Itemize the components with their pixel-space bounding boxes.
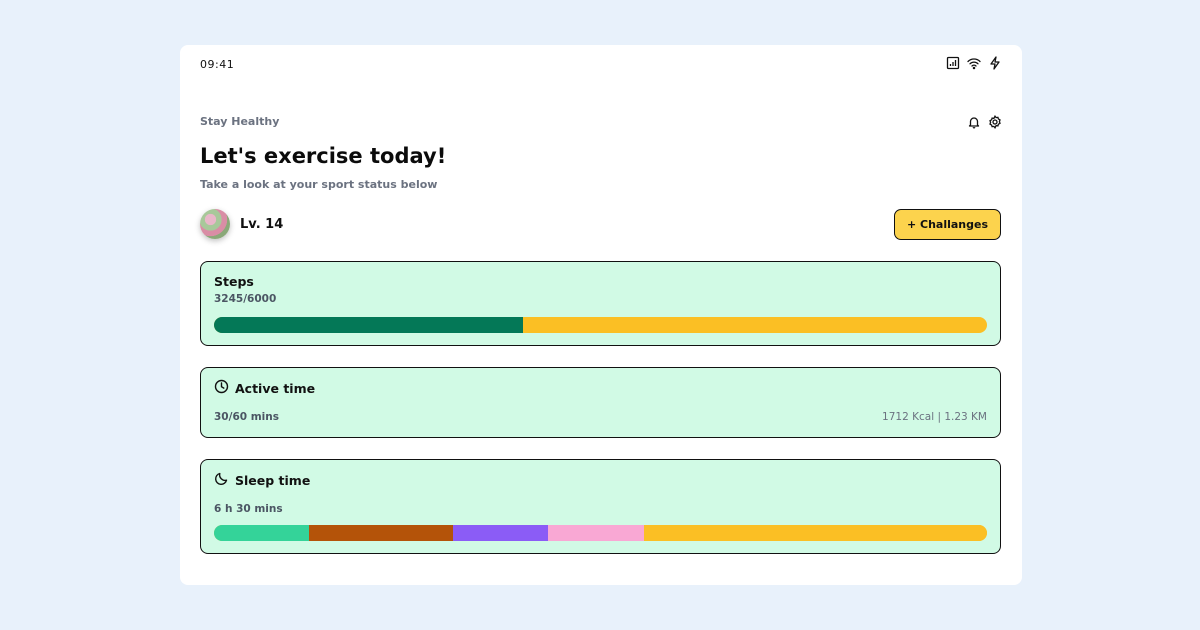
steps-panel[interactable]: Steps 3245/6000 — [200, 261, 1001, 346]
steps-progress-bar — [214, 317, 987, 333]
level-label: Lv. 14 — [240, 216, 284, 232]
app-card: 09:41 Stay Healthy Let's exercise today!… — [180, 45, 1022, 585]
sleep-segment — [643, 525, 987, 541]
active-time-heading: Active time — [214, 379, 315, 397]
bell-icon[interactable] — [967, 114, 981, 133]
status-time: 09:41 — [200, 57, 235, 71]
sleep-segment — [547, 525, 644, 541]
sleep-segment — [309, 525, 453, 541]
sleep-segment — [452, 525, 548, 541]
profile-row: Lv. 14 — [200, 209, 283, 239]
signal-icon — [946, 55, 960, 74]
sleep-stages-bar — [214, 525, 987, 541]
moon-icon — [214, 471, 229, 489]
sleep-time-title: Sleep time — [235, 472, 311, 488]
avatar[interactable] — [200, 209, 230, 239]
challenges-button[interactable]: + Challanges — [894, 209, 1001, 240]
active-time-extra: 1712 Kcal | 1.23 KM — [882, 411, 987, 423]
active-time-title: Active time — [235, 380, 316, 396]
sleep-segment — [214, 525, 310, 541]
active-time-value: 30/60 mins — [214, 411, 279, 423]
steps-title: Steps — [214, 274, 254, 289]
status-icons — [946, 55, 1002, 74]
sleep-time-panel[interactable]: Sleep time 6 h 30 mins — [200, 459, 1001, 554]
battery-bolt-icon — [988, 55, 1002, 74]
sleep-time-heading: Sleep time — [214, 471, 310, 489]
gear-icon[interactable] — [988, 114, 1002, 133]
page-title: Let's exercise today! — [200, 144, 447, 168]
page-subtitle: Take a look at your sport status below — [200, 178, 438, 191]
steps-value: 3245/6000 — [214, 293, 277, 305]
status-bar: 09:41 — [200, 55, 1002, 74]
steps-progress-fill — [214, 317, 524, 333]
header-actions — [967, 114, 1002, 133]
active-time-panel[interactable]: Active time 30/60 mins 1712 Kcal | 1.23 … — [200, 367, 1001, 438]
wifi-icon — [967, 55, 981, 74]
sleep-time-value: 6 h 30 mins — [214, 503, 283, 515]
eyebrow-label: Stay Healthy — [200, 115, 280, 128]
clock-icon — [214, 379, 229, 397]
